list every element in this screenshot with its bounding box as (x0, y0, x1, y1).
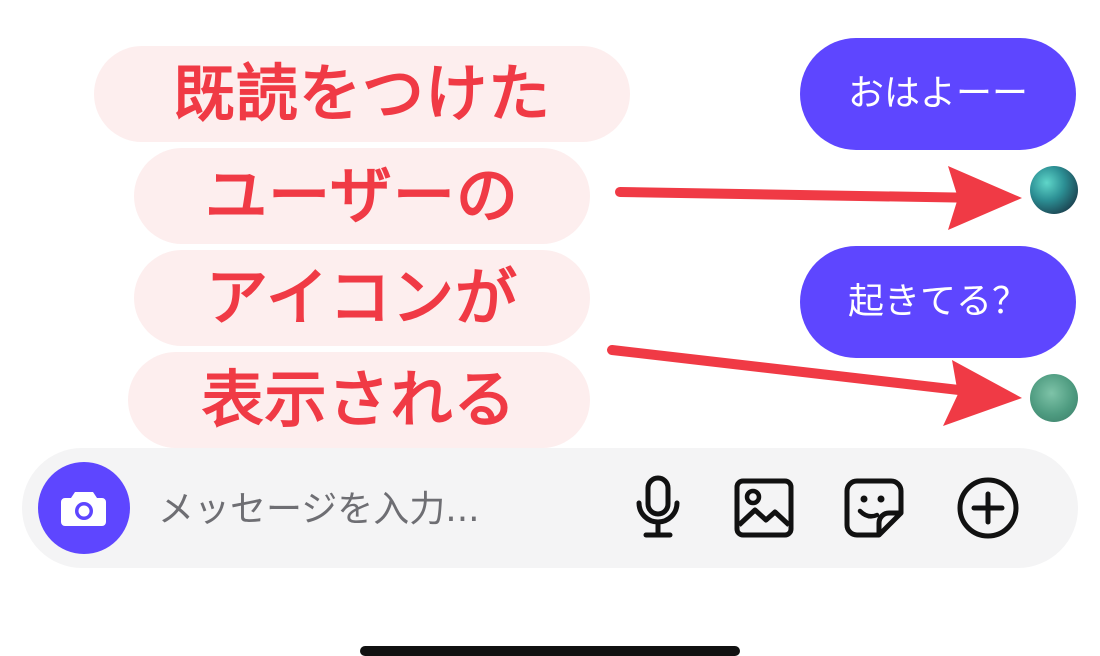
message-bubble[interactable]: 起きてる？ (800, 246, 1076, 358)
arrow-to-avatar-1 (615, 166, 1022, 230)
image-icon (734, 478, 794, 538)
annotation-callout: 既読をつけた ユーザーの アイコンが 表示される (90, 40, 630, 460)
annotation-line: 表示される (128, 352, 590, 448)
message-input[interactable] (156, 476, 600, 542)
microphone-icon (636, 475, 680, 538)
annotation-line: アイコンが (134, 250, 590, 346)
camera-icon (61, 492, 106, 526)
message-bubble[interactable]: おはよーー (800, 38, 1076, 150)
sticker-button[interactable] (836, 470, 912, 546)
read-receipt-avatar[interactable] (1030, 374, 1078, 422)
annotation-line: 既読をつけた (94, 46, 630, 142)
arrow-to-avatar-2 (607, 345, 1022, 426)
plus-icon (957, 477, 1019, 539)
read-receipt-avatar[interactable] (1030, 166, 1078, 214)
annotation-line: ユーザーの (134, 148, 590, 244)
image-button[interactable] (726, 470, 802, 546)
microphone-button[interactable] (620, 470, 696, 546)
home-indicator[interactable] (360, 646, 740, 656)
sticker-icon (844, 478, 904, 538)
message-composer (22, 448, 1078, 568)
plus-button[interactable] (950, 470, 1026, 546)
camera-button[interactable] (38, 462, 130, 554)
